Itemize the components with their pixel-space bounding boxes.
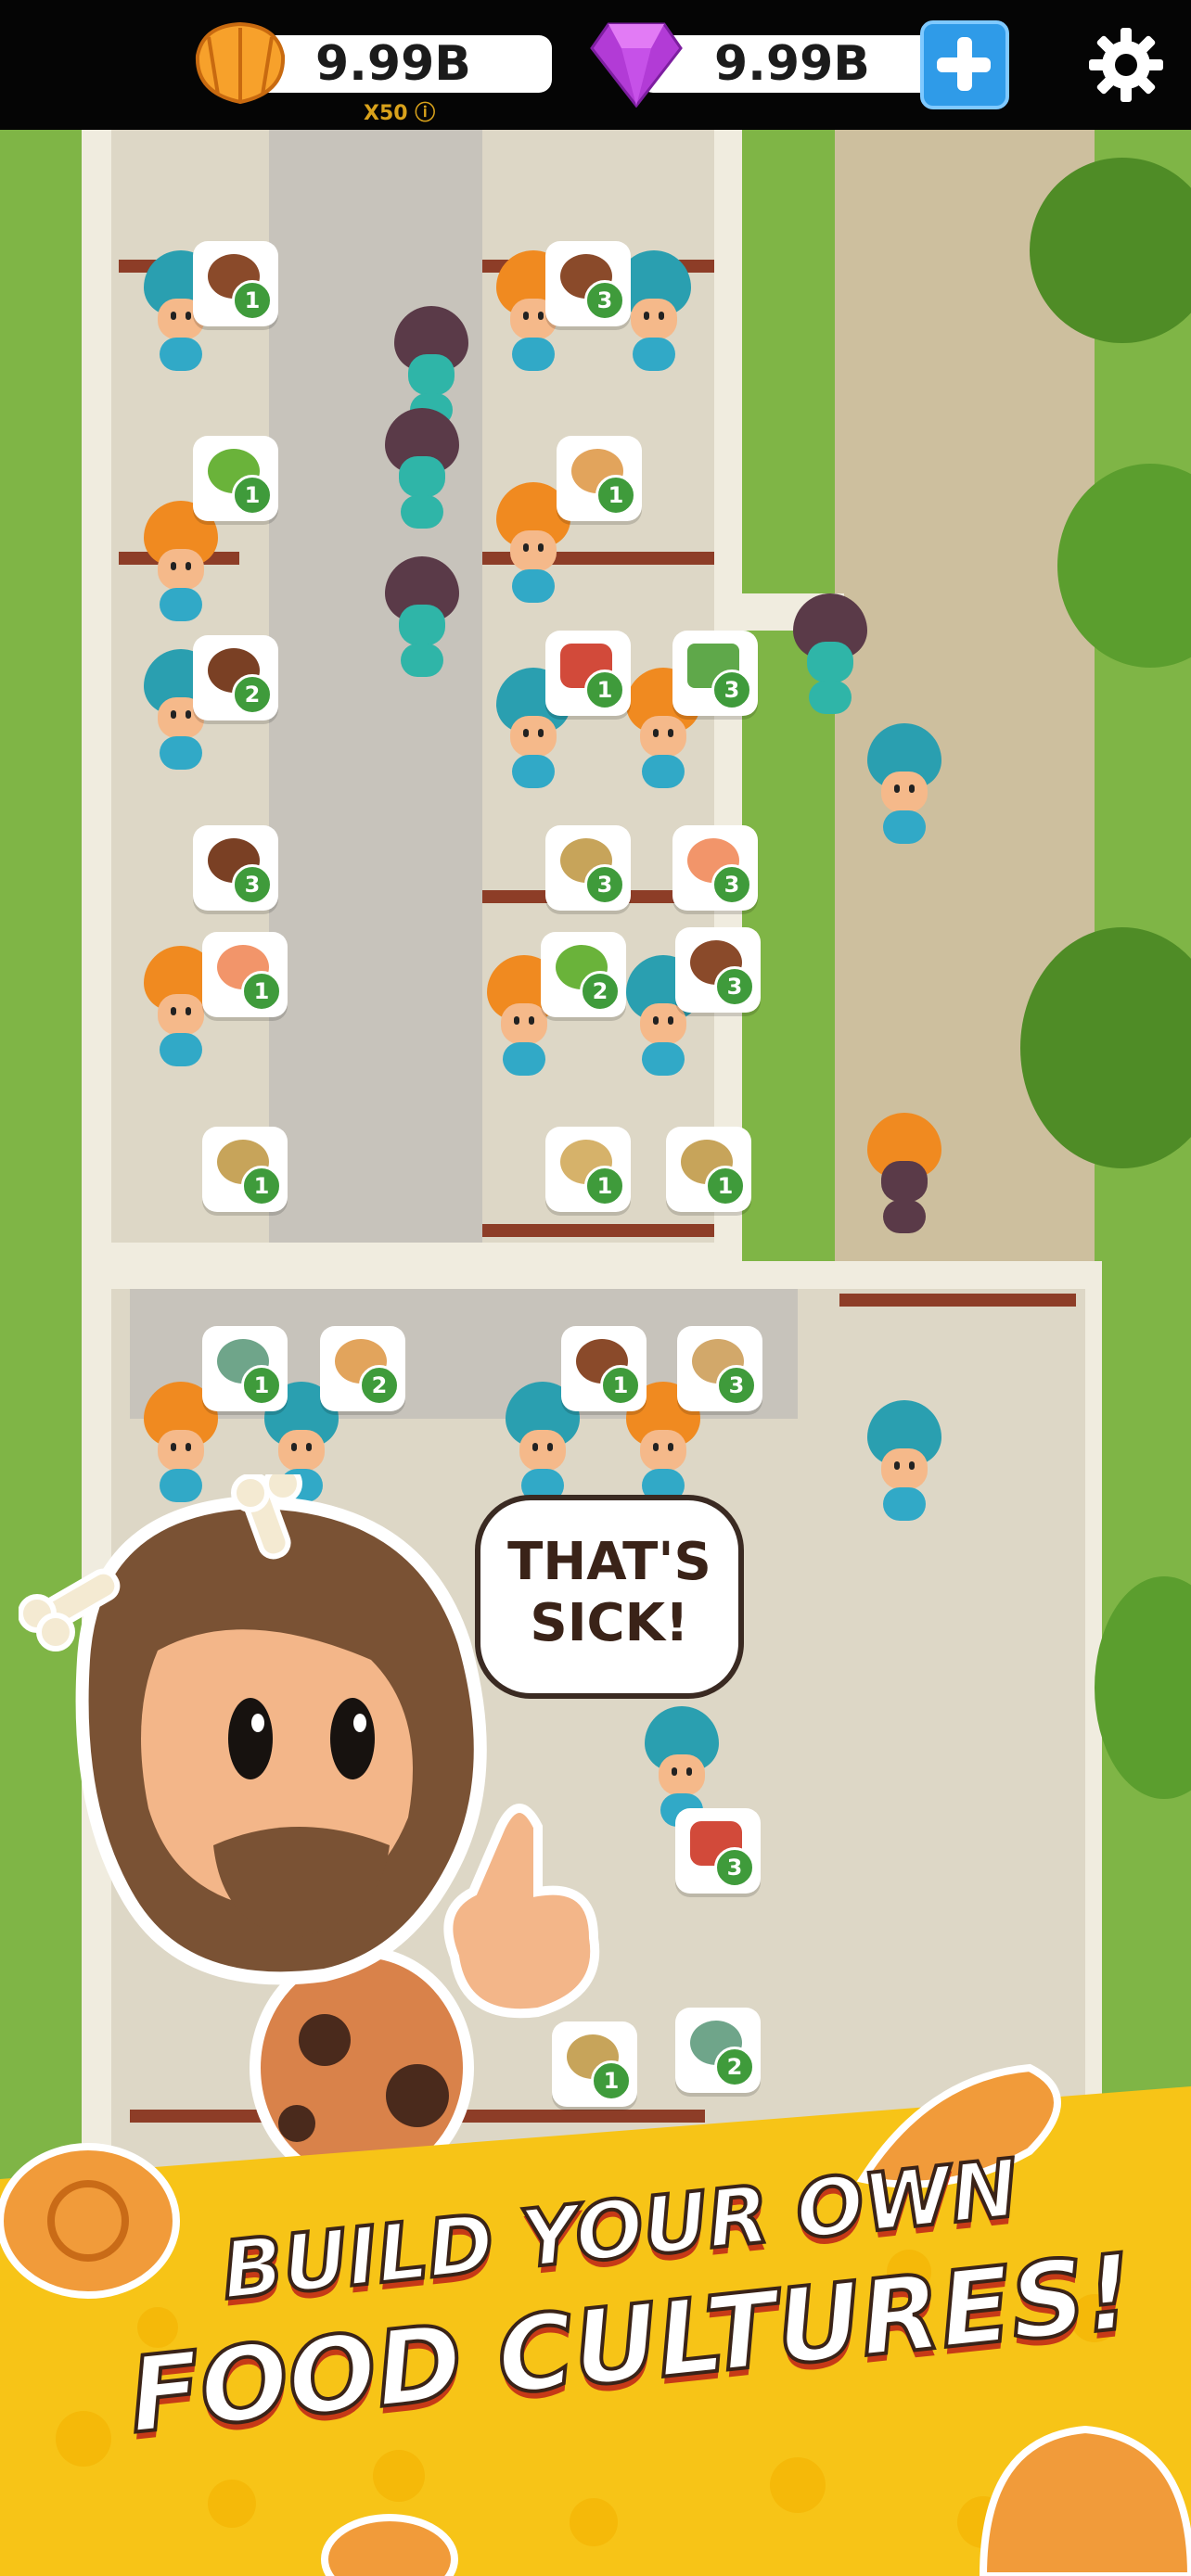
food-order-bubble[interactable]: 3 bbox=[545, 241, 631, 326]
shell-decoration-icon bbox=[321, 2514, 458, 2576]
center-aisle bbox=[269, 130, 482, 1243]
food-order-bubble[interactable]: 1 bbox=[202, 932, 288, 1017]
food-order-bubble[interactable]: 3 bbox=[193, 825, 278, 911]
gear-icon[interactable] bbox=[1087, 26, 1165, 104]
customer[interactable] bbox=[863, 723, 946, 853]
food-order-bubble[interactable]: 3 bbox=[672, 631, 758, 716]
food-order-bubble[interactable]: 2 bbox=[193, 635, 278, 721]
food-order-bubble[interactable]: 1 bbox=[545, 631, 631, 716]
customer[interactable] bbox=[380, 408, 464, 538]
food-order-bubble[interactable]: 1 bbox=[202, 1326, 288, 1411]
food-order-bubble[interactable]: 2 bbox=[541, 932, 626, 1017]
food-order-bubble[interactable]: 2 bbox=[320, 1326, 405, 1411]
speech-text: THAT'S SICK! bbox=[480, 1532, 738, 1654]
top-hud: 9.99B X50 ⓘ 9.99B bbox=[0, 0, 1191, 130]
food-order-bubble[interactable]: 1 bbox=[202, 1127, 288, 1212]
food-order-bubble[interactable]: 3 bbox=[545, 825, 631, 911]
counter bbox=[839, 1294, 1076, 1307]
gems-value: 9.99B bbox=[714, 36, 870, 92]
speech-line-1: THAT'S bbox=[507, 1532, 711, 1592]
multiplier-label: X50 ⓘ bbox=[364, 102, 436, 125]
counter bbox=[482, 1224, 714, 1237]
food-order-bubble[interactable]: 1 bbox=[666, 1127, 751, 1212]
customer[interactable] bbox=[863, 1400, 946, 1530]
plus-icon bbox=[937, 37, 991, 91]
customer[interactable] bbox=[380, 556, 464, 686]
add-gems-button[interactable] bbox=[920, 20, 1009, 109]
food-order-bubble[interactable]: 1 bbox=[561, 1326, 647, 1411]
shell-decoration-icon bbox=[0, 2143, 180, 2299]
shell-currency-icon bbox=[195, 21, 286, 105]
food-order-bubble[interactable]: 1 bbox=[557, 436, 642, 521]
food-order-bubble[interactable]: 3 bbox=[672, 825, 758, 911]
food-order-bubble[interactable]: 1 bbox=[193, 436, 278, 521]
customer[interactable] bbox=[863, 1113, 946, 1243]
food-order-bubble[interactable]: 1 bbox=[545, 1127, 631, 1212]
food-order-bubble[interactable]: 1 bbox=[193, 241, 278, 326]
food-order-bubble[interactable]: 3 bbox=[675, 1808, 761, 1894]
shells-value: 9.99B bbox=[315, 36, 471, 92]
purple-gem-icon bbox=[590, 22, 683, 108]
customer[interactable] bbox=[788, 593, 872, 723]
food-order-bubble[interactable]: 3 bbox=[677, 1326, 762, 1411]
speech-bubble: THAT'S SICK! bbox=[475, 1495, 744, 1699]
food-order-bubble[interactable]: 3 bbox=[675, 927, 761, 1013]
speech-line-2: SICK! bbox=[530, 1593, 689, 1653]
